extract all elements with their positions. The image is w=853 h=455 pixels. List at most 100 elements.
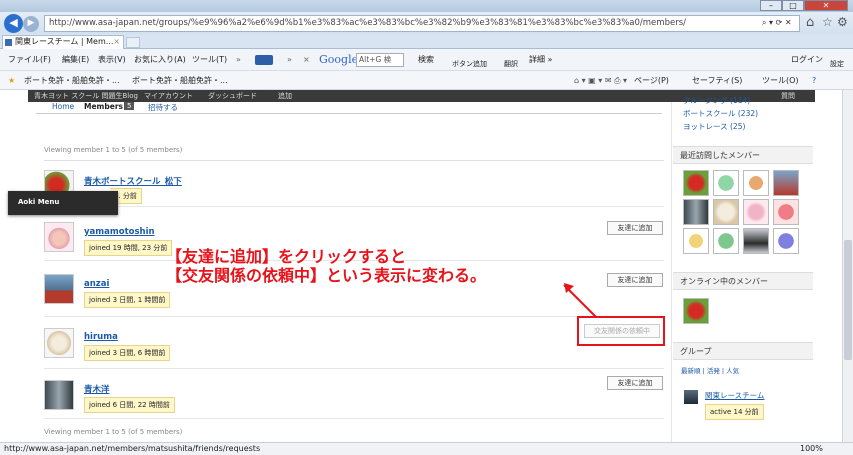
- tab-close-icon[interactable]: ×: [113, 36, 120, 48]
- close-toolbar-icon[interactable]: ×: [303, 49, 310, 71]
- menu-file[interactable]: ファイル(F): [8, 49, 51, 71]
- recent-member-thumb[interactable]: [743, 228, 769, 254]
- address-toolbar: ◀ ▶ http://www.asa-japan.net/groups/%e9%…: [0, 12, 853, 34]
- tab-invite[interactable]: 招待する: [148, 102, 178, 113]
- toolbar-overflow-icon[interactable]: »: [236, 49, 241, 71]
- address-bar[interactable]: http://www.asa-japan.net/groups/%e9%96%a…: [44, 15, 800, 32]
- add-friend-button[interactable]: 友達に追加: [607, 273, 663, 287]
- tab-members[interactable]: Members: [84, 102, 123, 111]
- annotation-line-2: 【交友関係の依頼中】という表示に変わる。: [166, 266, 487, 285]
- recent-member-thumb[interactable]: [713, 199, 739, 225]
- member-avatar[interactable]: [44, 380, 74, 410]
- help-icon[interactable]: ?: [812, 71, 816, 90]
- details-link[interactable]: 詳細 »: [529, 49, 552, 71]
- home-icon[interactable]: ⌂: [806, 15, 814, 30]
- admin-dashboard[interactable]: ダッシュボード: [208, 90, 257, 102]
- tab-strip: 関東レースチーム | Mem... ×: [0, 34, 853, 49]
- add-friend-button[interactable]: 友達に追加: [607, 376, 663, 390]
- scrollbar-thumb[interactable]: [844, 240, 852, 360]
- recent-member-thumb[interactable]: [683, 199, 709, 225]
- group-name-link[interactable]: 関東レースチーム: [705, 390, 764, 401]
- back-arrow-icon[interactable]: ◀: [4, 14, 23, 33]
- groups-title: グループ: [680, 347, 712, 356]
- menu-view[interactable]: 表示(V): [98, 49, 126, 71]
- online-members-title: オンライン中のメンバー: [680, 277, 768, 286]
- recent-member-thumb[interactable]: [683, 228, 709, 254]
- admin-right-link[interactable]: 質問: [781, 90, 795, 102]
- recent-member-thumb[interactable]: [713, 228, 739, 254]
- address-controls[interactable]: ⌕ ▾ ⟳ ✕: [762, 18, 792, 28]
- menu-tools[interactable]: ツール(T): [192, 49, 227, 71]
- menu-favorites[interactable]: お気に入り(A): [134, 49, 186, 71]
- page-scrollbar[interactable]: [842, 90, 853, 442]
- recent-member-thumb[interactable]: [713, 170, 739, 196]
- list-divider-top: [44, 160, 664, 161]
- maximize-button[interactable]: □: [782, 0, 804, 11]
- close-window-button[interactable]: ✕: [804, 0, 848, 11]
- friendship-requested-button: 交友関係の依頼中: [584, 324, 660, 338]
- menu-edit[interactable]: 編集(E): [62, 49, 89, 71]
- member-name-link[interactable]: 青木洋: [84, 383, 110, 395]
- tab-home[interactable]: Home: [52, 102, 74, 111]
- command-safety[interactable]: セーフティ(S): [692, 71, 742, 90]
- admin-my-account[interactable]: マイアカウント: [144, 90, 193, 102]
- row-divider: [44, 206, 664, 207]
- member-name-link[interactable]: anzai: [84, 279, 109, 289]
- member-avatar[interactable]: [44, 328, 74, 358]
- favorite-link-2[interactable]: ボート免許・船舶免許・...: [132, 71, 228, 90]
- category-link-cruising[interactable]: クルージング (114): [683, 95, 750, 106]
- favorites-star-icon[interactable]: ☆: [822, 15, 833, 29]
- google-search-button[interactable]: 検索: [418, 49, 434, 71]
- menu-toolbar: ファイル(F) 編集(E) 表示(V) お気に入り(A) ツール(T) » » …: [0, 49, 853, 71]
- member-avatar[interactable]: [44, 222, 74, 252]
- admin-add[interactable]: 追加: [278, 90, 292, 102]
- recent-member-thumb[interactable]: [683, 170, 709, 196]
- zoom-level[interactable]: 100%: [800, 443, 823, 455]
- recent-member-thumb[interactable]: [773, 170, 799, 196]
- tab-title: 関東レースチーム | Mem...: [15, 37, 114, 46]
- favorite-link-1[interactable]: ボート免許・船舶免許・...: [24, 71, 120, 90]
- group-active-badge: active 14 分前: [705, 404, 764, 420]
- add-friend-button[interactable]: 友達に追加: [607, 221, 663, 235]
- recent-member-thumb[interactable]: [743, 170, 769, 196]
- viewing-count-bottom: Viewing member 1 to 5 (of 5 members): [44, 428, 183, 436]
- member-joined-badge: joined 3 日間, 6 時間前: [84, 345, 171, 361]
- category-link-yachtrace[interactable]: ヨットレース (25): [683, 121, 745, 132]
- admin-site-name[interactable]: 青木ヨット スクール 問題生Blog: [34, 90, 138, 102]
- group-avatar[interactable]: [684, 390, 698, 404]
- minimize-button[interactable]: –: [760, 0, 782, 11]
- members-count-badge: 5: [124, 102, 135, 110]
- google-search-input[interactable]: Alt+G 検: [356, 53, 404, 67]
- annotation-arrow: [563, 283, 597, 318]
- member-avatar[interactable]: [44, 274, 74, 304]
- toolbar-overflow-icon-2[interactable]: »: [287, 49, 292, 71]
- email-toolbar-icon[interactable]: [255, 55, 273, 65]
- group-filters[interactable]: 最新順 | 活発 | 人気: [681, 365, 739, 375]
- viewing-count-top: Viewing member 1 to 5 (of 5 members): [44, 146, 183, 154]
- recent-member-thumb[interactable]: [743, 199, 769, 225]
- favorites-bar: ★ ボート免許・船舶免許・... ボート免許・船舶免許・... ⌂ ▾ ▣ ▾ …: [0, 71, 853, 90]
- member-name-link[interactable]: hiruma: [84, 332, 118, 342]
- aoki-menu-popup[interactable]: Aoki Menu: [8, 191, 118, 215]
- recent-member-thumb[interactable]: [773, 228, 799, 254]
- command-tools[interactable]: ツール(O): [762, 71, 799, 90]
- admin-bar: 青木ヨット スクール 問題生Blog マイアカウント ダッシュボード 追加: [28, 90, 671, 102]
- member-name-link[interactable]: 青木ボートスクール_松下: [84, 175, 182, 187]
- command-icons[interactable]: ⌂ ▾ ▣ ▾ ✉ ⎙ ▾: [574, 71, 627, 90]
- status-url: http://www.asa-japan.net/members/matsush…: [4, 444, 261, 453]
- gear-icon[interactable]: ⚙: [837, 15, 848, 29]
- member-joined-badge: joined 19 時間, 23 分前: [84, 240, 173, 256]
- row-divider: [44, 368, 664, 369]
- online-member-thumb[interactable]: [683, 298, 709, 324]
- recent-visitors-title: 最近訪問したメンバー: [680, 151, 760, 160]
- status-bar: http://www.asa-japan.net/members/matsush…: [0, 442, 853, 455]
- favorites-star-icon-2[interactable]: ★: [8, 71, 15, 90]
- forward-arrow-icon[interactable]: ▶: [23, 16, 39, 32]
- command-page[interactable]: ページ(P): [634, 71, 669, 90]
- category-link-boatschool[interactable]: ボートスクール (232): [683, 108, 758, 119]
- new-tab-button[interactable]: [126, 37, 140, 48]
- tab-active[interactable]: 関東レースチーム | Mem... ×: [2, 35, 124, 49]
- login-link[interactable]: ログイン: [791, 49, 823, 71]
- member-name-link[interactable]: yamamotoshin: [84, 227, 155, 237]
- recent-member-thumb[interactable]: [773, 199, 799, 225]
